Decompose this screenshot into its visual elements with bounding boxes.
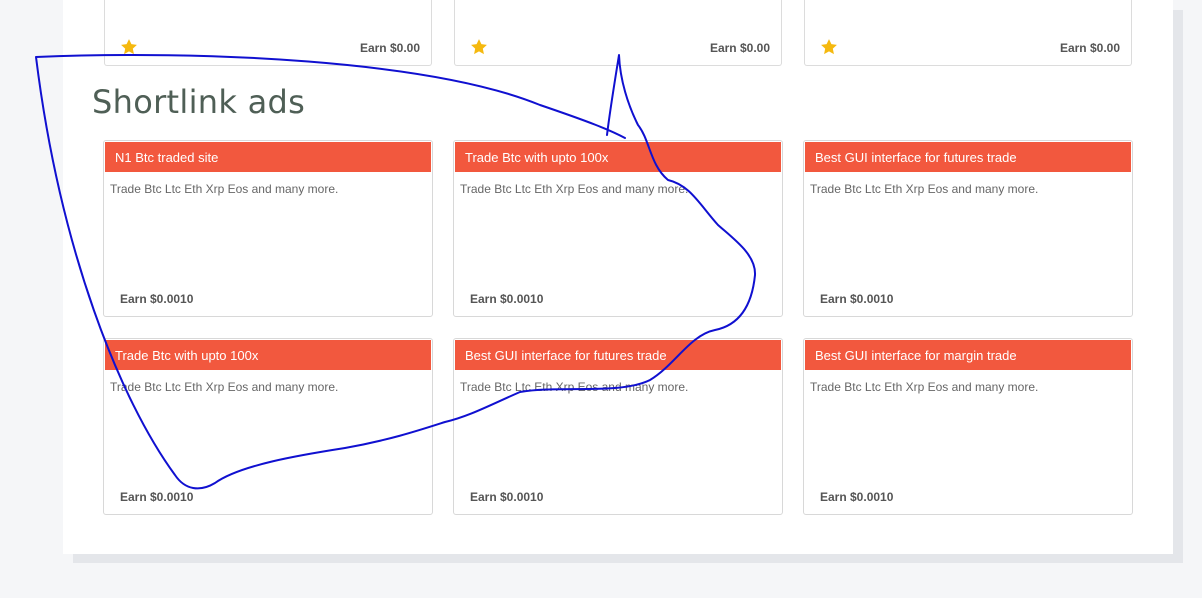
ad-description: Trade Btc Ltc Eth Xrp Eos and many more. [110,380,339,394]
ad-title[interactable]: Trade Btc with upto 100x [455,142,781,172]
earn-amount: Earn $0.0010 [820,490,894,504]
section-title: Shortlink ads [92,83,306,121]
ad-description: Trade Btc Ltc Eth Xrp Eos and many more. [460,182,689,196]
star-icon[interactable] [469,37,489,57]
ad-description: Trade Btc Ltc Eth Xrp Eos and many more. [110,182,339,196]
ad-card[interactable]: N1 Btc traded site Trade Btc Ltc Eth Xrp… [103,140,433,317]
earn-amount: Earn $0.0010 [120,292,194,306]
top-card[interactable]: Earn $0.00 [454,0,782,66]
ad-title[interactable]: Best GUI interface for futures trade [455,340,781,370]
ad-card[interactable]: Best GUI interface for margin trade Trad… [803,338,1133,515]
ad-description: Trade Btc Ltc Eth Xrp Eos and many more. [460,380,689,394]
earn-amount: Earn $0.0010 [820,292,894,306]
ad-title[interactable]: Trade Btc with upto 100x [105,340,431,370]
ad-title[interactable]: Best GUI interface for margin trade [805,340,1131,370]
top-card[interactable]: Earn $0.00 [104,0,432,66]
ad-title[interactable]: N1 Btc traded site [105,142,431,172]
earn-amount: Earn $0.00 [709,41,770,55]
earn-amount: Earn $0.0010 [470,490,544,504]
ad-card[interactable]: Trade Btc with upto 100x Trade Btc Ltc E… [103,338,433,515]
earn-amount: Earn $0.0010 [120,490,194,504]
ad-title[interactable]: Best GUI interface for futures trade [805,142,1131,172]
ad-card[interactable]: Best GUI interface for futures trade Tra… [803,140,1133,317]
ad-card[interactable]: Best GUI interface for futures trade Tra… [453,338,783,515]
ad-description: Trade Btc Ltc Eth Xrp Eos and many more. [810,380,1039,394]
earn-amount: Earn $0.0010 [470,292,544,306]
ad-card[interactable]: Trade Btc with upto 100x Trade Btc Ltc E… [453,140,783,317]
top-card[interactable]: Earn $0.00 [804,0,1132,66]
star-icon[interactable] [119,37,139,57]
earn-amount: Earn $0.00 [359,41,420,55]
earn-amount: Earn $0.00 [1059,41,1120,55]
ad-description: Trade Btc Ltc Eth Xrp Eos and many more. [810,182,1039,196]
star-icon[interactable] [819,37,839,57]
